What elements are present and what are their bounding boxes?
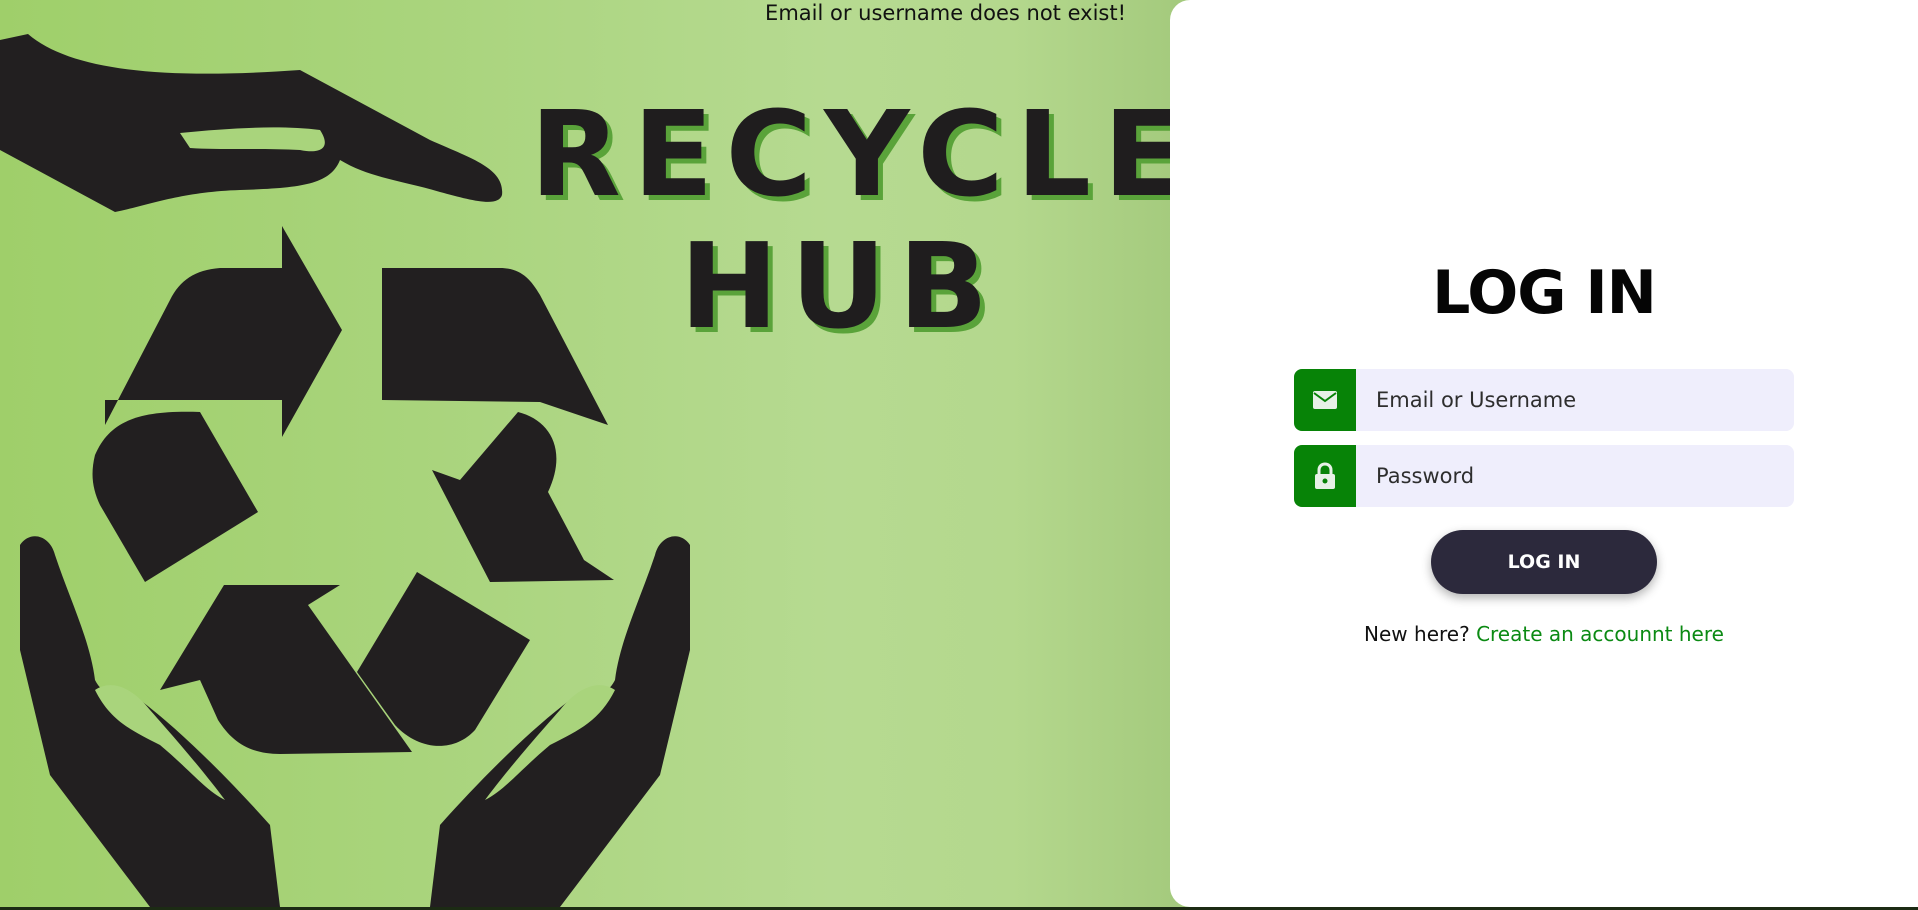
email-input[interactable] <box>1356 369 1776 431</box>
password-input[interactable] <box>1356 445 1776 507</box>
login-page: Email or username does not exist! RECYCL… <box>0 0 1918 910</box>
signup-prompt-text: New here? <box>1364 622 1470 646</box>
brand-line-2: HUB <box>679 217 1001 355</box>
login-button[interactable]: LOG IN <box>1431 530 1657 594</box>
hero-panel: Email or username does not exist! RECYCL… <box>0 0 1190 907</box>
email-field[interactable] <box>1294 369 1794 431</box>
password-field[interactable] <box>1294 445 1794 507</box>
login-panel: LOG IN LOG IN New here? <box>1170 0 1918 907</box>
create-account-link[interactable]: Create an accounnt here <box>1476 622 1724 646</box>
envelope-icon <box>1294 369 1356 431</box>
signup-prompt: New here? Create an accounnt here <box>1170 622 1918 646</box>
login-title: LOG IN <box>1432 258 1657 328</box>
brand-title: RECYCLE HUB <box>530 85 1190 355</box>
lock-icon <box>1294 445 1356 507</box>
error-message: Email or username does not exist! <box>765 1 1126 25</box>
brand-line-1: RECYCLE <box>530 85 1190 223</box>
